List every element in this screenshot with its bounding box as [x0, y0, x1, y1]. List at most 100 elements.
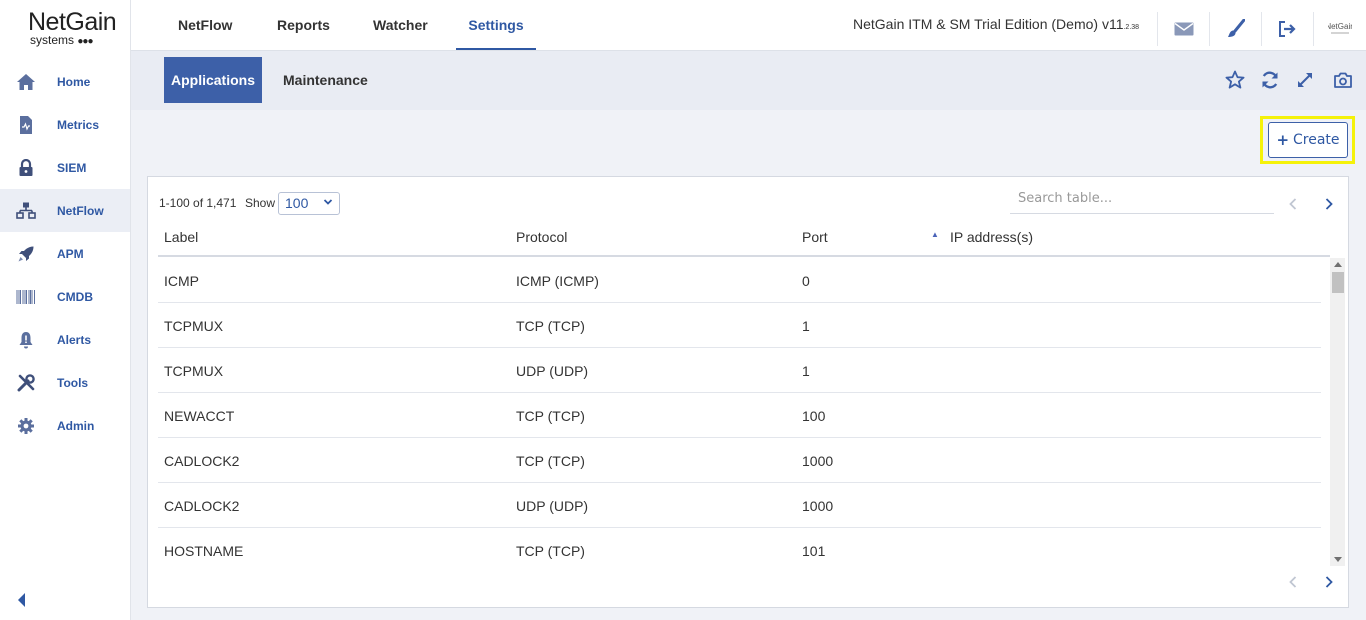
netgain-small-logo-icon: NetGain — [1328, 22, 1352, 34]
rocket-icon — [14, 243, 38, 265]
tab-reports[interactable]: Reports — [277, 0, 330, 50]
sidebar-item-apm[interactable]: APM — [0, 232, 130, 275]
cell-port: 100 — [802, 408, 826, 424]
sidebar-item-alerts[interactable]: Alerts — [0, 318, 130, 361]
create-button[interactable]: + Create — [1268, 122, 1348, 158]
logo-name: NetGain — [28, 8, 117, 36]
expand-icon — [1298, 73, 1312, 87]
chevron-right-icon — [1325, 576, 1333, 588]
table-row[interactable]: TCPMUX TCP (TCP) 1 — [158, 303, 1321, 348]
network-icon — [14, 200, 38, 222]
paintbrush-icon — [1227, 19, 1245, 37]
table-row[interactable]: CADLOCK2 TCP (TCP) 1000 — [158, 438, 1321, 483]
sidebar-item-metrics[interactable]: Metrics — [0, 103, 130, 146]
column-header-protocol[interactable]: Protocol — [516, 229, 567, 245]
metrics-icon — [14, 114, 38, 136]
sidebar-item-tools[interactable]: Tools — [0, 361, 130, 404]
collapse-sidebar-button[interactable] — [14, 592, 28, 608]
tab-applications[interactable]: Applications — [164, 57, 262, 103]
home-icon — [14, 71, 38, 93]
sub-navigation: Applications Maintenance — [131, 51, 1366, 110]
table-row[interactable]: TCPMUX UDP (UDP) 1 — [158, 348, 1321, 393]
lock-icon — [14, 157, 38, 179]
tab-maintenance[interactable]: Maintenance — [283, 57, 368, 103]
sidebar-item-label: NetFlow — [57, 203, 104, 218]
page-size-value: 100 — [285, 195, 309, 211]
caret-left-icon — [17, 593, 25, 607]
prev-page-button[interactable] — [1286, 196, 1300, 212]
cell-label: CADLOCK2 — [164, 498, 240, 514]
logo-sub-text: systems — [30, 33, 75, 47]
tab-netflow[interactable]: NetFlow — [178, 0, 232, 50]
sidebar-item-label: APM — [57, 246, 84, 261]
scrollbar-thumb[interactable] — [1332, 272, 1344, 293]
sidebar-item-cmdb[interactable]: CMDB — [0, 275, 130, 318]
scroll-down-arrow-icon[interactable] — [1334, 557, 1342, 562]
sidebar-item-label: Admin — [57, 418, 95, 433]
sidebar-item-label: Tools — [57, 375, 89, 390]
plus-icon: + — [1276, 131, 1290, 149]
edition-title: NetGain ITM & SM Trial Edition (Demo) v1… — [853, 16, 1139, 32]
tab-watcher[interactable]: Watcher — [373, 0, 428, 50]
sidebar-item-netflow[interactable]: NetFlow — [0, 189, 130, 232]
cell-port: 1 — [802, 363, 810, 379]
cell-label: NEWACCT — [164, 408, 235, 424]
messages-button[interactable] — [1157, 12, 1209, 46]
sidebar-item-label: SIEM — [57, 160, 87, 175]
envelope-icon — [1174, 22, 1193, 36]
barcode-icon — [14, 286, 38, 308]
table-row[interactable]: HOSTNAME TCP (TCP) 101 — [158, 528, 1321, 566]
fullscreen-button[interactable] — [1294, 69, 1316, 91]
column-header-port[interactable]: Port — [802, 229, 828, 245]
cell-protocol: ICMP (ICMP) — [516, 273, 599, 289]
user-logo-button[interactable]: NetGain — [1313, 12, 1365, 46]
search-table-input[interactable]: Search table... — [1010, 187, 1274, 214]
page-size-select[interactable]: 100 — [278, 192, 340, 215]
next-page-button-bottom[interactable] — [1322, 574, 1336, 590]
sidebar-item-siem[interactable]: SIEM — [0, 146, 130, 189]
scroll-up-arrow-icon[interactable] — [1334, 262, 1342, 267]
chevron-left-icon — [1289, 198, 1297, 210]
table-row[interactable]: CADLOCK2 UDP (UDP) 1000 — [158, 483, 1321, 528]
table-row[interactable]: NEWACCT TCP (TCP) 100 — [158, 393, 1321, 438]
next-page-button[interactable] — [1322, 196, 1336, 212]
table-scrollbar[interactable] — [1330, 258, 1345, 566]
chevron-right-icon — [1325, 198, 1333, 210]
svg-text:NetGain: NetGain — [1328, 22, 1352, 31]
table-row[interactable]: ICMP ICMP (ICMP) 0 — [158, 258, 1321, 303]
top-navigation: NetFlow Reports Watcher Settings NetGain… — [131, 0, 1366, 51]
refresh-button[interactable] — [1259, 69, 1281, 91]
cell-port: 1 — [802, 318, 810, 334]
favorite-button[interactable] — [1224, 69, 1246, 91]
cell-protocol: TCP (TCP) — [516, 408, 585, 424]
sidebar-item-home[interactable]: Home — [0, 60, 130, 103]
cell-port: 1000 — [802, 498, 834, 514]
sidebar: NetGain systems ●●● Home Metrics SIEM Ne… — [0, 0, 131, 620]
star-icon — [1225, 70, 1245, 89]
screenshot-button[interactable] — [1332, 69, 1354, 91]
prev-page-button-bottom[interactable] — [1286, 574, 1300, 590]
cell-port: 1000 — [802, 453, 834, 469]
cell-label: TCPMUX — [164, 318, 224, 334]
cell-label: CADLOCK2 — [164, 453, 240, 469]
netgain-logo[interactable]: NetGain systems ●●● — [0, 0, 130, 56]
sidebar-item-label: Metrics — [57, 117, 100, 132]
column-header-label[interactable]: Label — [164, 229, 198, 245]
logout-button[interactable] — [1261, 12, 1313, 46]
cell-port: 0 — [802, 273, 810, 289]
sidebar-item-admin[interactable]: Admin — [0, 404, 130, 447]
theme-button[interactable] — [1209, 12, 1261, 46]
chevron-left-icon — [1289, 576, 1297, 588]
sidebar-item-label: Alerts — [57, 332, 92, 347]
cell-port: 101 — [802, 543, 826, 559]
logo-dots: ●●● — [77, 36, 93, 47]
table-body: ICMP ICMP (ICMP) 0 TCPMUX TCP (TCP) 1 TC… — [158, 258, 1321, 566]
cell-protocol: TCP (TCP) — [516, 453, 585, 469]
sidebar-item-label: CMDB — [57, 289, 93, 304]
sidebar-item-label: Home — [57, 74, 91, 89]
column-header-ip-address[interactable]: IP address(s) — [950, 229, 1033, 245]
sidebar-nav: Home Metrics SIEM NetFlow APM CMDB Alert… — [0, 60, 130, 447]
logo-sub: systems ●●● — [30, 34, 130, 48]
tab-settings[interactable]: Settings — [456, 0, 536, 50]
camera-icon — [1334, 72, 1352, 88]
